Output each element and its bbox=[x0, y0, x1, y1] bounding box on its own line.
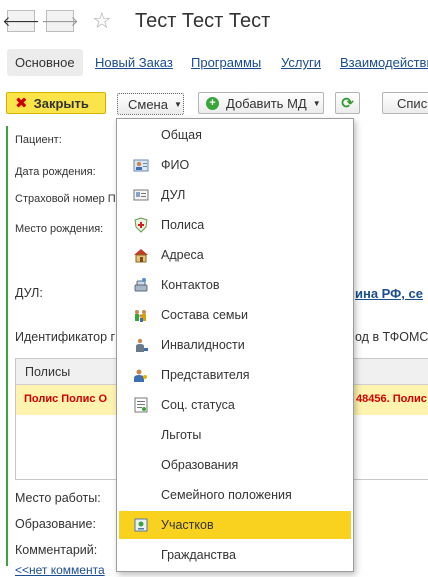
menu-item-label: Образования bbox=[161, 458, 239, 472]
arrow-right-icon: 🡒 bbox=[41, 12, 79, 29]
menu-item-label: Представителя bbox=[161, 368, 250, 382]
menu-item-label: ФИО bbox=[161, 158, 190, 172]
social-status-icon bbox=[133, 397, 149, 413]
close-button[interactable]: ✖ Закрыть bbox=[6, 92, 106, 114]
change-dropdown-menu: Общая ФИО ДУЛ Полиса Адреса Контактов Со… bbox=[116, 118, 354, 572]
dul-label: ДУЛ: bbox=[15, 286, 43, 300]
dul-link[interactable]: ина РФ, се bbox=[355, 286, 423, 301]
no-comment-link[interactable]: <<нет коммента bbox=[15, 563, 105, 577]
menu-item-label: Полиса bbox=[161, 218, 205, 232]
id-card-icon bbox=[133, 187, 149, 203]
family-icon bbox=[133, 307, 149, 323]
tab-interactions[interactable]: Взаимодействия bbox=[340, 55, 428, 70]
identifier-tail: од в ТФОМС bbox=[355, 330, 428, 344]
menu-item-citizenship[interactable]: Гражданства bbox=[119, 541, 351, 569]
menu-item-marital-status[interactable]: Семейного положения bbox=[119, 481, 351, 509]
phone-icon bbox=[133, 277, 149, 293]
identifier-label: Идентификатор г bbox=[15, 330, 116, 344]
refresh-icon: ⟳ bbox=[341, 95, 354, 112]
menu-item-education[interactable]: Образования bbox=[119, 451, 351, 479]
change-dropdown-button[interactable]: Смена ▼ bbox=[117, 93, 184, 115]
plus-icon: + bbox=[206, 96, 219, 110]
menu-item-label: Льготы bbox=[161, 428, 202, 442]
menu-item-policies[interactable]: Полиса bbox=[119, 211, 351, 239]
close-label: Закрыть bbox=[33, 95, 89, 111]
policy-cell-left: Полис Полис О bbox=[24, 393, 108, 405]
menu-item-benefits[interactable]: Льготы bbox=[119, 421, 351, 449]
close-icon: ✖ bbox=[15, 95, 28, 112]
menu-item-representative[interactable]: Представителя bbox=[119, 361, 351, 389]
page-title: Тест Тест Тест bbox=[135, 10, 271, 32]
list-label: Спис bbox=[397, 95, 428, 111]
disability-icon bbox=[133, 337, 149, 353]
menu-item-label: Соц. статуса bbox=[161, 398, 235, 412]
arrow-left-icon: 🡐 bbox=[2, 12, 40, 29]
menu-item-districts[interactable]: Участков bbox=[119, 511, 351, 539]
shield-icon bbox=[133, 217, 149, 233]
education-label: Образование: bbox=[15, 517, 96, 531]
representative-icon bbox=[133, 367, 149, 383]
menu-item-label: ДУЛ bbox=[161, 188, 186, 202]
workplace-label: Место работы: bbox=[15, 491, 101, 505]
menu-item-label: Состава семьи bbox=[161, 308, 248, 322]
tab-new-order[interactable]: Новый Заказ bbox=[95, 55, 173, 70]
menu-item-family[interactable]: Состава семьи bbox=[119, 301, 351, 329]
menu-item-contacts[interactable]: Контактов bbox=[119, 271, 351, 299]
menu-item-social-status[interactable]: Соц. статуса bbox=[119, 391, 351, 419]
list-button[interactable]: Спис bbox=[382, 92, 428, 114]
chevron-down-icon: ▼ bbox=[312, 98, 321, 108]
tab-main[interactable]: Основное bbox=[7, 49, 83, 76]
menu-item-addresses[interactable]: Адреса bbox=[119, 241, 351, 269]
menu-item-label: Семейного положения bbox=[161, 488, 292, 502]
add-md-button[interactable]: + Добавить МД ▼ bbox=[198, 92, 324, 114]
menu-item-label: Общая bbox=[161, 128, 202, 142]
menu-item-label: Адреса bbox=[161, 248, 204, 262]
house-icon bbox=[133, 247, 149, 263]
menu-item-label: Участков bbox=[161, 518, 214, 532]
policy-cell-right: 48456. Полис bbox=[356, 393, 427, 405]
comment-label: Комментарий: bbox=[15, 543, 98, 557]
patient-label: Пациент: bbox=[15, 134, 62, 146]
district-icon bbox=[133, 517, 149, 533]
tab-programs[interactable]: Программы bbox=[191, 55, 261, 70]
menu-item-fio[interactable]: ФИО bbox=[119, 151, 351, 179]
menu-item-disability[interactable]: Инвалидности bbox=[119, 331, 351, 359]
change-label: Смена bbox=[128, 96, 168, 112]
chevron-down-icon: ▼ bbox=[173, 99, 182, 109]
favorite-star-icon[interactable]: ☆ bbox=[92, 8, 112, 34]
menu-item-general[interactable]: Общая bbox=[119, 121, 351, 149]
dob-label: Дата рождения: bbox=[15, 166, 96, 178]
tab-services[interactable]: Услуги bbox=[281, 55, 321, 70]
refresh-button[interactable]: ⟳ bbox=[335, 92, 360, 114]
back-button[interactable]: 🡐 bbox=[2, 10, 40, 32]
form-accent-bar bbox=[6, 126, 8, 566]
menu-item-label: Инвалидности bbox=[161, 338, 245, 352]
forward-button[interactable]: 🡒 bbox=[41, 10, 79, 32]
menu-item-label: Гражданства bbox=[161, 548, 236, 562]
birthplace-label: Место рождения: bbox=[15, 223, 104, 235]
menu-item-label: Контактов bbox=[161, 278, 220, 292]
person-card-icon bbox=[133, 157, 149, 173]
menu-item-dul[interactable]: ДУЛ bbox=[119, 181, 351, 209]
insurance-number-label: Страховой номер П bbox=[15, 193, 116, 205]
add-md-label: Добавить МД bbox=[226, 95, 307, 111]
